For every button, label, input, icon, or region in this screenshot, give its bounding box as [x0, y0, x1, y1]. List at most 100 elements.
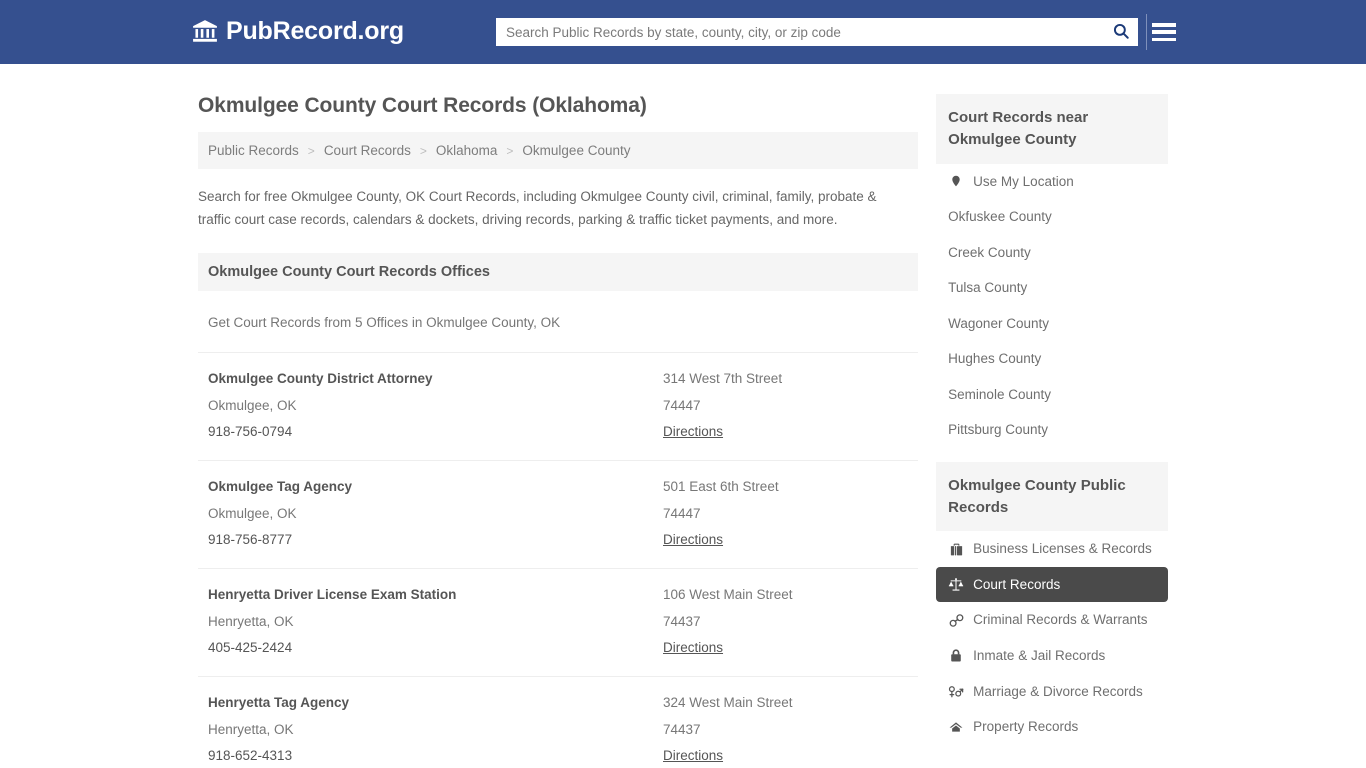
office-left-col: Okmulgee County District Attorney Okmulg… — [198, 366, 663, 445]
office-left-col: Henryetta Driver License Exam Station He… — [198, 582, 663, 661]
lock-icon — [948, 648, 964, 664]
office-name-link[interactable]: Okmulgee County District Attorney — [208, 366, 663, 392]
search-button[interactable] — [1104, 18, 1138, 46]
sidebar-item-okfuskee-county[interactable]: Okfuskee County — [936, 199, 1168, 235]
handcuffs-icon — [948, 612, 964, 628]
sidebar-item-creek-county[interactable]: Creek County — [936, 235, 1168, 271]
sidebar-item-label: Seminole County — [948, 386, 1051, 402]
content-container: Okmulgee County Court Records (Oklahoma)… — [198, 64, 1168, 768]
sidebar-item-marriage-divorce-records[interactable]: Marriage & Divorce Records — [936, 674, 1168, 710]
search-input[interactable] — [496, 18, 1104, 46]
office-phone: 918-756-0794 — [208, 424, 293, 440]
office-right-col: 501 East 6th Street 74447 Directions — [663, 474, 918, 553]
public-records-panel-heading: Okmulgee County Public Records — [936, 461, 1168, 532]
office-left-col: Henryetta Tag Agency Henryetta, OK 918-6… — [198, 690, 663, 768]
office-right-col: 314 West 7th Street 74447 Directions — [663, 366, 918, 445]
list-item: Property Records — [936, 709, 1168, 745]
sidebar-item-label: Use My Location — [973, 173, 1074, 189]
offices-section-subtitle: Get Court Records from 5 Offices in Okmu… — [208, 315, 561, 331]
office-phone: 918-652-4313 — [208, 747, 293, 763]
page-title: Okmulgee County Court Records (Oklahoma) — [198, 94, 647, 117]
sidebar-item-label: Pittsburg County — [948, 422, 1048, 438]
sidebar-item-business-licenses[interactable]: Business Licenses & Records — [936, 531, 1168, 567]
sidebar-item-label: Wagoner County — [948, 315, 1049, 331]
office-row: Henryetta Tag Agency Henryetta, OK 918-6… — [198, 676, 919, 768]
map-pin-icon — [948, 173, 964, 189]
directions-link[interactable]: Directions — [663, 635, 723, 661]
sidebar-item-inmate-jail-records[interactable]: Inmate & Jail Records — [936, 638, 1168, 674]
public-records-list: Business Licenses & Records Court Record… — [936, 531, 1168, 744]
hamburger-menu-icon[interactable] — [1152, 20, 1176, 44]
office-city: Henryetta, OK — [208, 721, 294, 737]
sidebar-item-court-records[interactable]: Court Records — [936, 566, 1168, 603]
house-icon — [948, 719, 964, 735]
sidebar-item-label: Inmate & Jail Records — [973, 648, 1106, 664]
list-item: Court Records — [936, 566, 1168, 603]
office-city: Okmulgee, OK — [208, 397, 297, 413]
sidebar-item-property-records[interactable]: Property Records — [936, 709, 1168, 745]
breadcrumb: Public Records > Court Records > Oklahom… — [198, 132, 919, 169]
sidebar-item-seminole-county[interactable]: Seminole County — [936, 377, 1168, 413]
breadcrumb-separator-icon: > — [506, 143, 514, 158]
nearby-panel-heading: Court Records near Okmulgee County — [936, 94, 1168, 164]
office-zip: 74437 — [663, 613, 701, 629]
scales-of-justice-icon — [948, 577, 964, 593]
office-phone: 918-756-8777 — [208, 532, 293, 547]
header-divider — [1146, 14, 1147, 50]
sidebar-item-wagoner-county[interactable]: Wagoner County — [936, 306, 1168, 342]
directions-link[interactable]: Directions — [663, 527, 723, 553]
sidebar-item-criminal-records[interactable]: Criminal Records & Warrants — [936, 602, 1168, 638]
office-right-col: 106 West Main Street 74437 Directions — [663, 582, 918, 661]
office-name-link[interactable]: Henryetta Driver License Exam Station — [208, 582, 663, 608]
breadcrumb-item-oklahoma[interactable]: Oklahoma — [436, 143, 498, 158]
office-zip: 74437 — [663, 721, 701, 737]
office-phone: 405-425-2424 — [208, 639, 293, 655]
directions-link[interactable]: Directions — [663, 419, 723, 445]
site-header: PubRecord.org — [0, 0, 1366, 64]
briefcase-icon — [948, 541, 964, 557]
bank-institution-icon — [192, 18, 218, 44]
main-column: Okmulgee County Court Records (Oklahoma)… — [198, 64, 919, 768]
breadcrumb-item-court-records[interactable]: Court Records — [324, 143, 411, 158]
search-bar — [496, 18, 1138, 46]
page-body: Okmulgee County Court Records (Oklahoma)… — [0, 64, 1366, 768]
office-city: Okmulgee, OK — [208, 505, 297, 521]
office-city: Henryetta, OK — [208, 613, 294, 629]
office-street: 324 West Main Street — [663, 695, 793, 711]
list-item: Creek County — [936, 235, 1168, 271]
sidebar-item-label: Marriage & Divorce Records — [973, 683, 1143, 699]
sidebar: Court Records near Okmulgee County Use M… — [936, 64, 1168, 768]
list-item: Seminole County — [936, 377, 1168, 413]
sidebar-item-label: Business Licenses & Records — [973, 541, 1152, 557]
office-row: Henryetta Driver License Exam Station He… — [198, 568, 919, 676]
site-logo-text: PubRecord.org — [226, 16, 404, 45]
sidebar-item-use-my-location[interactable]: Use My Location — [936, 164, 1168, 200]
sidebar-item-label: Property Records — [973, 719, 1079, 735]
office-zip: 74447 — [663, 397, 701, 413]
list-item: Criminal Records & Warrants — [936, 602, 1168, 638]
breadcrumb-separator-icon: > — [307, 143, 315, 158]
office-left-col: Okmulgee Tag Agency Okmulgee, OK 918-756… — [198, 474, 663, 553]
list-item: Marriage & Divorce Records — [936, 674, 1168, 710]
office-name-link[interactable]: Okmulgee Tag Agency — [208, 474, 663, 500]
breadcrumb-separator-icon: > — [419, 143, 427, 158]
sidebar-item-hughes-county[interactable]: Hughes County — [936, 341, 1168, 377]
sidebar-item-pittsburg-county[interactable]: Pittsburg County — [936, 412, 1168, 448]
office-row: Okmulgee Tag Agency Okmulgee, OK 918-756… — [198, 460, 919, 568]
sidebar-item-label: Criminal Records & Warrants — [973, 612, 1148, 628]
list-item: Inmate & Jail Records — [936, 638, 1168, 674]
sidebar-item-tulsa-county[interactable]: Tulsa County — [936, 270, 1168, 306]
office-name-link[interactable]: Henryetta Tag Agency — [208, 690, 663, 716]
list-item: Pittsburg County — [936, 412, 1168, 448]
breadcrumb-item-okmulgee-county[interactable]: Okmulgee County — [522, 143, 630, 158]
sidebar-item-label: Hughes County — [948, 351, 1042, 367]
office-street: 106 West Main Street — [663, 587, 793, 603]
site-logo[interactable]: PubRecord.org — [192, 18, 404, 44]
list-item: Okfuskee County — [936, 199, 1168, 235]
directions-link[interactable]: Directions — [663, 743, 723, 768]
office-row: Okmulgee County District Attorney Okmulg… — [198, 352, 919, 460]
sidebar-item-label: Tulsa County — [948, 280, 1028, 296]
sidebar-item-label: Okfuskee County — [948, 209, 1052, 225]
breadcrumb-item-public-records[interactable]: Public Records — [208, 143, 299, 158]
gender-symbols-icon — [948, 683, 964, 699]
